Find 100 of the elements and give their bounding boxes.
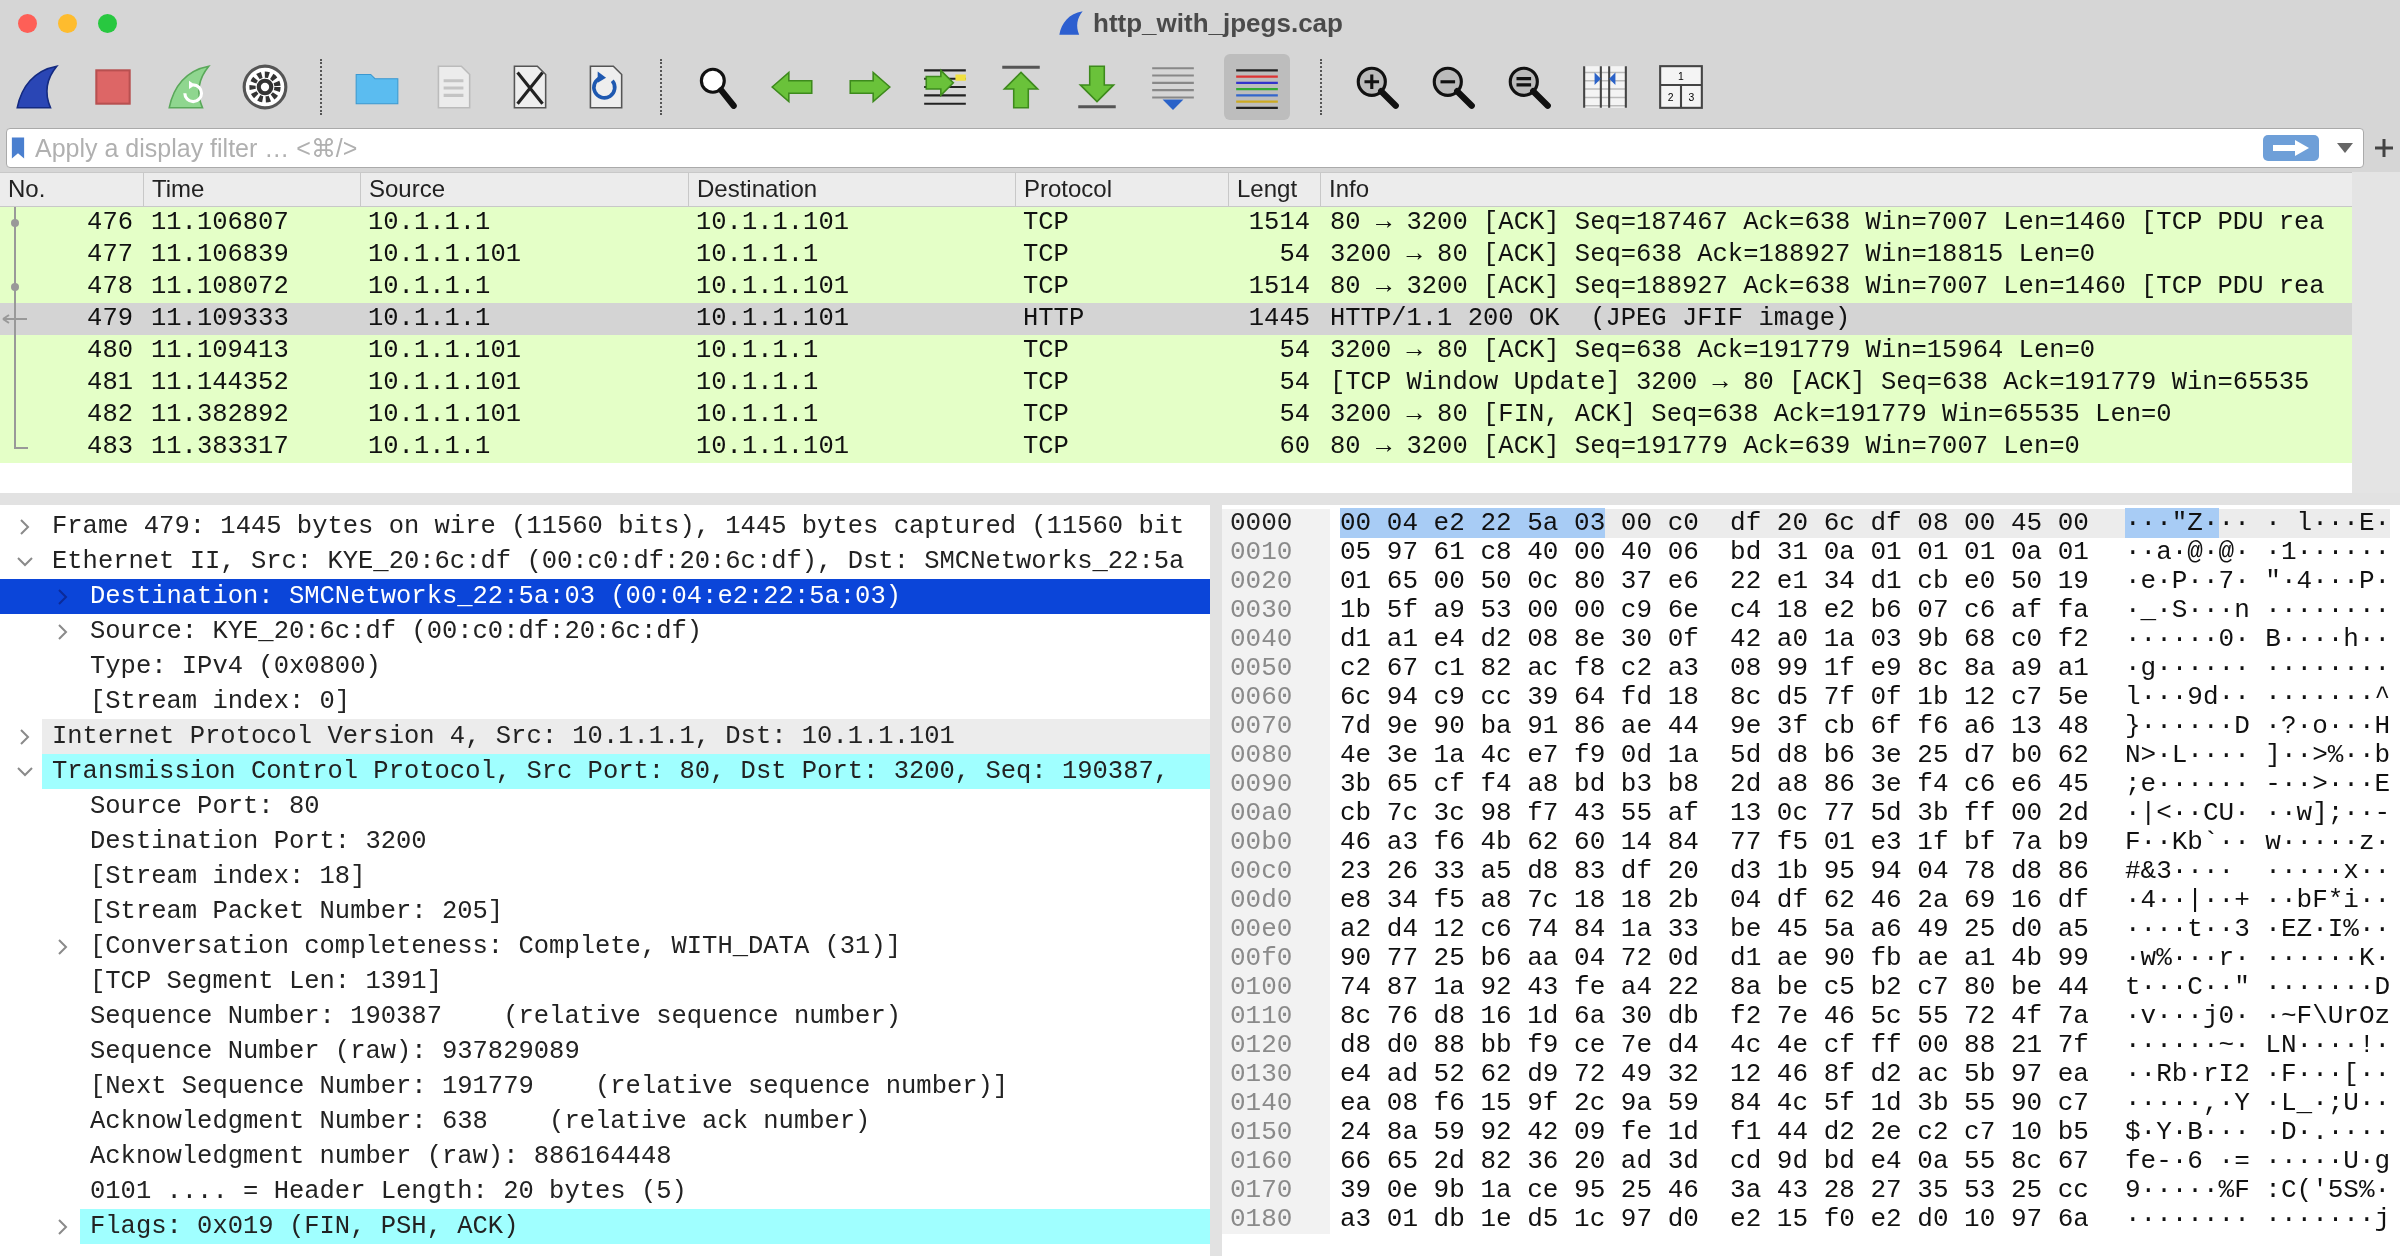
chevron-right-icon[interactable]: [58, 938, 68, 955]
ascii-text[interactable]: fe-·6 ·= ·····U·g: [2124, 1146, 2391, 1176]
ascii-text[interactable]: $·Y·B··· ·D·.····: [2124, 1117, 2391, 1147]
hex-bytes[interactable]: ea 08 f6 15 9f 2c 9a 59 84 4c 5f 1d 3b 55 90 c7: [1340, 1088, 2089, 1118]
add-icon[interactable]: [2374, 138, 2394, 158]
filter-input[interactable]: Apply a display filter … <⌘/>: [35, 133, 2253, 163]
tree-item[interactable]: Source Port: 80: [0, 789, 1210, 824]
ascii-text[interactable]: t···C··" ·······D: [2124, 972, 2391, 1002]
ascii-text[interactable]: ·v···j0· ·~F\UrOz: [2124, 1001, 2391, 1031]
close-button[interactable]: [18, 13, 37, 33]
filter-field[interactable]: Apply a display filter … <⌘/>: [6, 128, 2364, 168]
ascii-text[interactable]: ·|<··CU· ··w];··-: [2124, 798, 2391, 828]
hex-bytes[interactable]: 00 04 e2 22 5a 03: [1340, 508, 1606, 538]
ascii-text[interactable]: ········ ·······j: [2124, 1204, 2391, 1234]
bookmark-icon[interactable]: [11, 136, 25, 160]
tree-item[interactable]: [Conversation completeness: Complete, WITH_DATA (31)]: [0, 929, 1210, 964]
chevron-right-icon[interactable]: [20, 518, 30, 535]
packet-row[interactable]: 483 11.383317 10.1.1.1 10.1.1.101 TCP 60 80 → 3200 [ACK] Seq=191779 Ack=639 Win=7007 Len=0: [0, 431, 2352, 463]
hex-bytes[interactable]: a2 d4 12 c6 74 84 1a 33 be 45 5a a6 49 25 d0 a5: [1340, 914, 2089, 944]
chevron-right-icon[interactable]: [20, 728, 30, 745]
tree-item[interactable]: Destination: SMCNetworks_22:5a:03 (00:04:e2:22:5a:03): [0, 579, 1210, 614]
ascii-text[interactable]: N>·L···· ]··>%··b: [2124, 740, 2391, 770]
ascii-text[interactable]: ···"Z·: [2124, 508, 2219, 538]
tree-item[interactable]: Destination Port: 3200: [0, 824, 1210, 859]
column-header[interactable]: Protocol: [1015, 173, 1228, 206]
tree-item[interactable]: Acknowledgment Number: 638 (relative ack number): [0, 1104, 1210, 1139]
hex-bytes[interactable]: 66 65 2d 82 36 20 ad 3d cd 9d bd e4 0a 55 8c 67: [1340, 1146, 2089, 1176]
ascii-text[interactable]: ·· · l···E·: [2218, 508, 2391, 538]
hex-bytes[interactable]: 46 a3 f6 4b 62 60 14 84 77 f5 01 e3 1f bf 7a b9: [1340, 827, 2089, 857]
packet-row[interactable]: 479 11.109333 10.1.1.1 10.1.1.101 HTTP 1445 HTTP/1.1 200 OK (JPEG JFIF image): [0, 303, 2352, 335]
tree-item[interactable]: Sequence Number (raw): 937829089: [0, 1034, 1210, 1069]
ascii-text[interactable]: ······~· LN····!·: [2124, 1030, 2391, 1060]
ascii-text[interactable]: ·w%···r· ······K·: [2124, 943, 2391, 973]
tree-item[interactable]: Type: IPv4 (0x0800): [0, 649, 1210, 684]
ascii-text[interactable]: 9·····%F :C('5S%·: [2124, 1175, 2391, 1205]
apply-button[interactable]: [2263, 135, 2319, 161]
chevron-right-icon[interactable]: [58, 1218, 68, 1235]
ascii-text[interactable]: ;e······ -··>···E: [2124, 769, 2391, 799]
ascii-text[interactable]: ·e·P··7· "·4···P·: [2124, 566, 2391, 596]
hex-bytes[interactable]: a3 01 db 1e d5 1c 97 d0 e2 15 f0 e2 d0 10 97 6a: [1340, 1204, 2089, 1234]
chevron-down-icon[interactable]: [17, 766, 33, 777]
hex-bytes[interactable]: c2 67 c1 82 ac f8 c2 a3 08 99 1f e9 8c 8a a9 a1: [1340, 653, 2089, 683]
column-header[interactable]: Lengt: [1228, 173, 1320, 206]
tree-item[interactable]: Acknowledgment number (raw): 886164448: [0, 1139, 1210, 1174]
ascii-text[interactable]: F··Kb`·· w·····z·: [2124, 827, 2391, 857]
colorize-button[interactable]: [1224, 54, 1290, 120]
ascii-text[interactable]: ·····,·Y ·L_·;U··: [2124, 1088, 2391, 1118]
tree-item[interactable]: Sequence Number: 190387 (relative sequence number): [0, 999, 1210, 1034]
ascii-text[interactable]: ·g······ ········: [2124, 653, 2391, 683]
column-header[interactable]: No.: [0, 173, 143, 206]
gear-icon[interactable]: [240, 62, 290, 112]
ascii-text[interactable]: ·4··|··+ ··bF*i··: [2124, 885, 2391, 915]
hex-bytes[interactable]: 74 87 1a 92 43 fe a4 22 8a be c5 b2 c7 80 be 44: [1340, 972, 2089, 1002]
table-cell-text: 80 → 3200 [ACK] Seq=191779 Ack=639 Win=7007 Len=0: [1329, 431, 2081, 463]
hex-bytes[interactable]: 05 97 61 c8 40 00 40 06 bd 31 0a 01 01 01 0a 01: [1340, 537, 2089, 567]
dropdown-caret-icon[interactable]: [2337, 143, 2353, 153]
packet-row[interactable]: 478 11.108072 10.1.1.1 10.1.1.101 TCP 1514 80 → 3200 [ACK] Seq=188927 Ack=638 Win=7007 Len=1460 [TCP PDU rea: [0, 271, 2352, 303]
hex-bytes[interactable]: 1b 5f a9 53 00 00 c9 6e c4 18 e2 b6 07 c6 af fa: [1340, 595, 2089, 625]
packet-row[interactable]: 476 11.106807 10.1.1.1 10.1.1.101 TCP 1514 80 → 3200 [ACK] Seq=187467 Ack=638 Win=7007 Len=1460 [TCP PDU rea: [0, 207, 2352, 239]
packet-row[interactable]: 480 11.109413 10.1.1.101 10.1.1.1 TCP 54 3200 → 80 [ACK] Seq=638 Ack=191779 Win=15964 Len=0: [0, 335, 2352, 367]
ascii-text[interactable]: #&3···· ·····x··: [2124, 856, 2391, 886]
tree-item[interactable]: [Stream index: 18]: [0, 859, 1210, 894]
hex-bytes[interactable]: 8c 76 d8 16 1d 6a 30 db f2 7e 46 5c 55 72 4f 7a: [1340, 1001, 2089, 1031]
tree-item[interactable]: [Stream index: 0]: [0, 684, 1210, 719]
ascii-text[interactable]: }······D ·?·o···H: [2124, 711, 2391, 741]
hex-bytes[interactable]: 24 8a 59 92 42 09 fe 1d f1 44 d2 2e c2 c7 10 b5: [1340, 1117, 2089, 1147]
hex-bytes[interactable]: 6c 94 c9 cc 39 64 fd 18 8c d5 7f 0f 1b 12 c7 5e: [1340, 682, 2089, 712]
packet-row[interactable]: 477 11.106839 10.1.1.101 10.1.1.1 TCP 54 3200 → 80 [ACK] Seq=638 Ack=188927 Win=18815 Len=0: [0, 239, 2352, 271]
tree-item[interactable]: [Stream Packet Number: 205]: [0, 894, 1210, 929]
ascii-text[interactable]: l···9d·· ·······^: [2124, 682, 2391, 712]
column-header[interactable]: Destination: [688, 173, 1015, 206]
column-header[interactable]: Source: [360, 173, 688, 206]
hex-bytes[interactable]: d8 d0 88 bb f9 ce 7e d4 4c 4e cf ff 00 88 21 7f: [1340, 1030, 2089, 1060]
hex-bytes[interactable]: 39 0e 9b 1a ce 95 25 46 3a 43 28 27 35 53 25 cc: [1340, 1175, 2089, 1205]
hex-bytes[interactable]: 01 65 00 50 0c 80 37 e6 22 e1 34 d1 cb e0 50 19: [1340, 566, 2089, 596]
ascii-text[interactable]: ·_·S···n ········: [2124, 595, 2391, 625]
hex-bytes[interactable]: e4 ad 52 62 d9 72 49 32 12 46 8f d2 ac 5b 97 ea: [1340, 1059, 2089, 1089]
hex-bytes[interactable]: cb 7c 3c 98 f7 43 55 af 13 0c 77 5d 3b ff 00 2d: [1340, 798, 2089, 828]
chevron-right-icon[interactable]: [58, 623, 68, 640]
tree-item[interactable]: Source: KYE_20:6c:df (00:c0:df:20:6c:df): [0, 614, 1210, 649]
hex-bytes[interactable]: e8 34 f5 a8 7c 18 18 2b 04 df 62 46 2a 69 16 df: [1340, 885, 2089, 915]
column-header[interactable]: Time: [143, 173, 360, 206]
ascii-text[interactable]: ····t··3 ·EZ·I%··: [2124, 914, 2391, 944]
packet-row[interactable]: 481 11.144352 10.1.1.101 10.1.1.1 TCP 54 [TCP Window Update] 3200 → 80 [ACK] Seq=638 Ack=191779 Win=65535: [0, 367, 2352, 399]
pane-layout-button[interactable]: 1 2 3: [1656, 62, 1706, 112]
hex-bytes[interactable]: 3b 65 cf f4 a8 bd b3 b8 2d a8 86 3e f4 c6 e6 45: [1340, 769, 2089, 799]
hex-bytes[interactable]: d1 a1 e4 d2 08 8e 30 0f 42 a0 1a 03 9b 68 c0 f2: [1340, 624, 2089, 654]
packet-row[interactable]: 482 11.382892 10.1.1.101 10.1.1.1 TCP 54 3200 → 80 [FIN, ACK] Seq=638 Ack=191779 Win=65535 Len=0: [0, 399, 2352, 431]
hex-bytes[interactable]: 00 c0 df 20 6c df 08 00 45 00: [1620, 508, 2089, 538]
hex-bytes[interactable]: 4e 3e 1a 4c e7 f9 0d 1a 5d d8 b6 3e 25 d7 b0 62: [1340, 740, 2089, 770]
ascii-text[interactable]: ··a·@·@· ·1······: [2124, 537, 2391, 567]
tree-item[interactable]: [Next Sequence Number: 191779 (relative sequence number)]: [0, 1069, 1210, 1104]
ascii-text[interactable]: ··Rb·rI2 ·F···[··: [2124, 1059, 2391, 1089]
hex-bytes[interactable]: 7d 9e 90 ba 91 86 ae 44 9e 3f cb 6f f6 a6 13 48: [1340, 711, 2089, 741]
tree-item[interactable]: 0101 .... = Header Length: 20 bytes (5): [0, 1174, 1210, 1209]
tree-item[interactable]: [TCP Segment Len: 1391]: [0, 964, 1210, 999]
ascii-text[interactable]: ······0· B····h··: [2124, 624, 2391, 654]
hex-bytes[interactable]: 23 26 33 a5 d8 83 df 20 d3 1b 95 94 04 78 d8 86: [1340, 856, 2089, 886]
chevron-down-icon[interactable]: [17, 556, 33, 567]
hex-bytes[interactable]: 90 77 25 b6 aa 04 72 0d d1 ae 90 fb ae a1 4b 99: [1340, 943, 2089, 973]
